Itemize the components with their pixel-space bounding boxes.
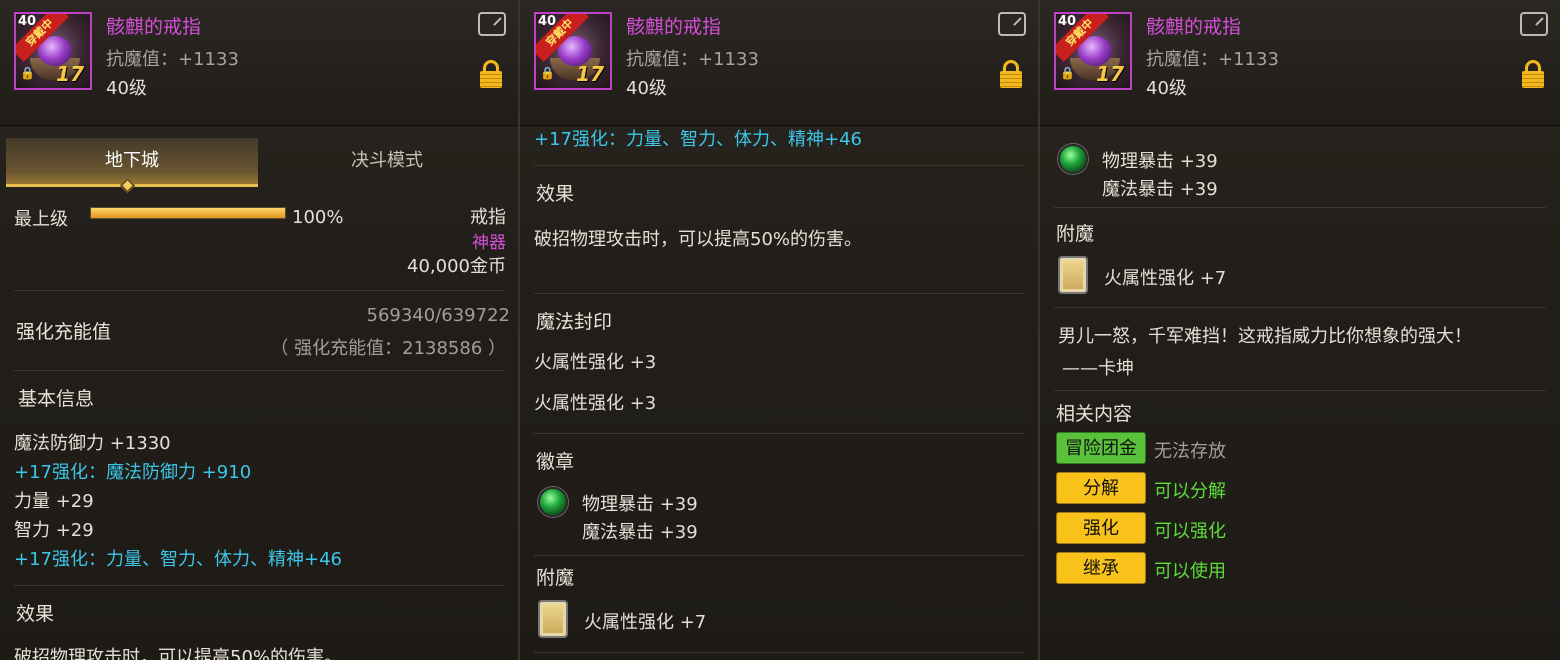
inherit-status: 可以使用: [1154, 561, 1226, 582]
seal-line: 火属性强化 +3: [534, 393, 657, 414]
enhance-status: 可以强化: [1154, 521, 1226, 542]
stat-line-enhance: +17强化：力量、智力、体力、精神+46: [534, 129, 862, 150]
small-lock-icon: 🔒: [20, 66, 35, 80]
rarity: 神器: [472, 233, 506, 253]
item-main-stat: 抗魔值：+1133: [106, 49, 239, 70]
divider: [14, 370, 504, 371]
divider: [1054, 207, 1546, 208]
inherit-badge[interactable]: 继承: [1056, 552, 1146, 584]
effect-text: 破招物理攻击时，可以提高50%的伤害。: [14, 647, 343, 660]
enchant-card-icon: [538, 600, 568, 638]
divider: [534, 652, 1024, 653]
enhance-badge[interactable]: 强化: [1056, 512, 1146, 544]
adventure-vault-badge[interactable]: 冒险团金库: [1056, 432, 1146, 491]
basic-info-header: 基本信息: [18, 388, 95, 410]
item-main-stat: 抗魔值：+1133: [626, 49, 759, 70]
divider: [14, 585, 504, 586]
enhance-level: 17: [576, 62, 604, 86]
grade-progress-fill: [91, 208, 285, 218]
tab-duel-mode[interactable]: 决斗模式: [258, 138, 516, 184]
icon-level: 40: [538, 14, 557, 29]
grade-progress-bar: [90, 207, 286, 219]
enhance-level: 17: [1096, 62, 1124, 86]
divider: [14, 290, 504, 291]
icon-level: 40: [1058, 14, 1077, 29]
item-name: 骸麒的戒指: [626, 16, 722, 38]
stat-line: 智力 +29: [14, 520, 94, 541]
effect-text: 破招物理攻击时，可以提高50%的伤害。: [534, 229, 863, 250]
magic-seal-header: 魔法封印: [536, 311, 613, 333]
share-icon[interactable]: [998, 12, 1026, 36]
enchant-card-icon: [1058, 256, 1088, 294]
green-emblem-icon: [538, 487, 568, 517]
item-level: 40级: [1146, 78, 1187, 99]
flavor-author: ——卡坤: [1062, 358, 1134, 379]
stat-line-enhance: +17强化：魔法防御力 +910: [14, 462, 252, 483]
enchant-header: 附魔: [1056, 223, 1095, 245]
lock-icon[interactable]: [1000, 60, 1022, 88]
slot-type: 戒指: [470, 207, 506, 228]
item-icon[interactable]: 穿戴中 40 🔒 17: [14, 12, 92, 90]
lock-icon[interactable]: [1522, 60, 1544, 88]
effect-header: 效果: [536, 183, 575, 205]
share-icon[interactable]: [1520, 12, 1548, 36]
tab-dungeon[interactable]: 地下城: [6, 138, 258, 187]
flavor-text: 男儿一怒，千军难挡！这戒指威力比你想象的强大！: [1058, 326, 1472, 347]
item-tooltip-panel-2: 穿戴中 40 🔒 17 骸麒的戒指 抗魔值：+1133 40级 +17强化：力量…: [520, 0, 1040, 660]
divider: [534, 165, 1024, 166]
price: 40,000金币: [407, 256, 506, 277]
share-icon[interactable]: [478, 12, 506, 36]
enhance-level: 17: [56, 62, 84, 86]
divider: [1054, 307, 1546, 308]
item-header: 穿戴中 40 🔒 17 骸麒的戒指 抗魔值：+1133 40级: [1040, 0, 1560, 126]
divider: [534, 433, 1024, 434]
lock-icon[interactable]: [480, 60, 502, 88]
seal-line: 火属性强化 +3: [534, 352, 657, 373]
grade-label: 最上级: [14, 209, 68, 230]
related-content-header: 相关内容: [1056, 403, 1133, 425]
stat-line-enhance: +17强化：力量、智力、体力、精神+46: [14, 549, 342, 570]
icon-level: 40: [18, 14, 37, 29]
enchant-line: 火属性强化 +7: [584, 612, 707, 633]
emblem-line: 魔法暴击 +39: [1102, 179, 1218, 200]
item-tooltip-panel-1: 穿戴中 40 🔒 17 骸麒的戒指 抗魔值：+1133 40级 地下城 决斗模式…: [0, 0, 520, 660]
stat-line: 力量 +29: [14, 491, 94, 512]
stat-line: 魔法防御力 +1330: [14, 433, 171, 454]
emblem-header: 徽章: [536, 451, 575, 473]
enchant-header: 附魔: [536, 567, 575, 589]
effect-header: 效果: [16, 603, 55, 625]
charge-label: 强化充能值: [16, 321, 112, 343]
item-name: 骸麒的戒指: [1146, 16, 1242, 38]
grade-value: 100%: [292, 207, 344, 228]
item-main-stat: 抗魔值：+1133: [1146, 49, 1279, 70]
small-lock-icon: 🔒: [1060, 66, 1075, 80]
green-emblem-icon: [1058, 144, 1088, 174]
disassemble-status: 可以分解: [1154, 481, 1226, 502]
item-icon[interactable]: 穿戴中 40 🔒 17: [1054, 12, 1132, 90]
small-lock-icon: 🔒: [540, 66, 555, 80]
divider: [1054, 390, 1546, 391]
emblem-line: 物理暴击 +39: [582, 494, 698, 515]
divider: [534, 293, 1024, 294]
item-icon[interactable]: 穿戴中 40 🔒 17: [534, 12, 612, 90]
vault-status: 无法存放: [1154, 441, 1226, 462]
enchant-line: 火属性强化 +7: [1104, 268, 1227, 289]
charge-total: （ 强化充能值：2138586 ）: [270, 338, 506, 359]
item-level: 40级: [626, 78, 667, 99]
disassemble-badge[interactable]: 分解: [1056, 472, 1146, 504]
item-level: 40级: [106, 78, 147, 99]
divider: [534, 555, 1024, 556]
item-header: 穿戴中 40 🔒 17 骸麒的戒指 抗魔值：+1133 40级: [520, 0, 1038, 126]
charge-value: 569340/639722: [366, 305, 511, 326]
item-header: 穿戴中 40 🔒 17 骸麒的戒指 抗魔值：+1133 40级: [0, 0, 518, 126]
emblem-line: 物理暴击 +39: [1102, 151, 1218, 172]
emblem-line: 魔法暴击 +39: [582, 522, 698, 543]
item-name: 骸麒的戒指: [106, 16, 202, 38]
